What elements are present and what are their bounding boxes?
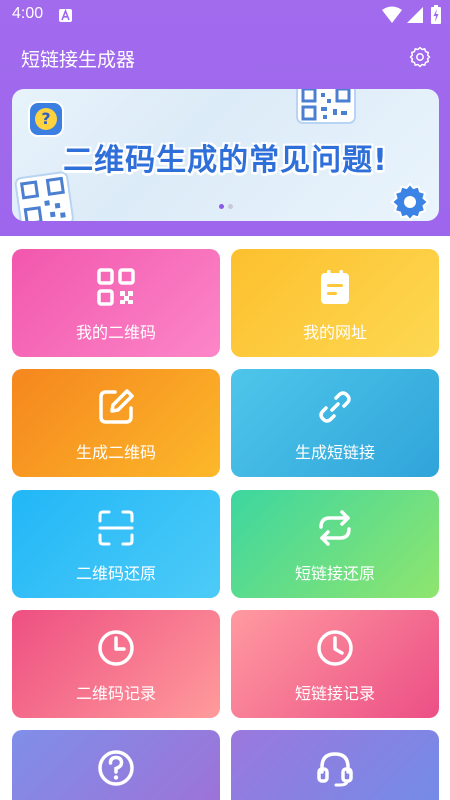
- notification-a-icon: [59, 9, 72, 22]
- edit-icon: [99, 389, 134, 424]
- gear-decoration-icon: [390, 182, 430, 221]
- help-icon: [98, 750, 134, 786]
- tile-label: 二维码记录: [75, 684, 156, 703]
- tile-my-qrcode[interactable]: 我的二维码: [12, 249, 220, 357]
- battery-charging-icon: [431, 5, 441, 24]
- carousel-indicator: [219, 204, 235, 210]
- tile-label: 我的二维码: [75, 323, 156, 342]
- tile-qrcode-history[interactable]: 二维码记录: [12, 610, 220, 718]
- tile-restore-shortlink[interactable]: 短链接还原: [231, 490, 439, 598]
- carousel-dot-active[interactable]: [219, 204, 224, 209]
- tile-label: 短链接记录: [294, 684, 375, 703]
- clipboard-icon: [321, 270, 349, 304]
- tile-label: 二维码还原: [75, 564, 156, 583]
- tile-shortlink-history[interactable]: 短链接记录: [231, 610, 439, 718]
- tile-label: 生成二维码: [75, 443, 156, 462]
- tile-label: 短链接还原: [294, 564, 375, 583]
- tile-my-urls[interactable]: 我的网址: [231, 249, 439, 357]
- app-title: 短链接生成器: [21, 49, 136, 71]
- qr-decoration-icon: [296, 89, 356, 124]
- tile-label: 我的网址: [302, 323, 367, 342]
- carousel-dot[interactable]: [228, 204, 233, 209]
- headset-icon: [317, 752, 353, 787]
- wifi-icon: [382, 6, 402, 23]
- status-time: 4:00: [12, 5, 44, 22]
- tile-restore-qrcode[interactable]: 二维码还原: [12, 490, 220, 598]
- banner-carousel[interactable]: ? 二维码生成的常见问题!: [12, 89, 439, 221]
- signal-icon: [407, 7, 423, 23]
- tile-generate-qrcode[interactable]: 生成二维码: [12, 369, 220, 477]
- tile-help[interactable]: [12, 730, 220, 800]
- clock-icon: [317, 630, 353, 666]
- banner-headline: 二维码生成的常见问题!: [63, 143, 388, 178]
- refresh-icon: [319, 510, 351, 546]
- tile-label: 生成短链接: [294, 443, 375, 462]
- question-badge-icon: ?: [28, 101, 64, 137]
- scan-icon: [98, 510, 134, 546]
- link-icon: [319, 391, 351, 423]
- tile-support[interactable]: [231, 730, 439, 800]
- status-bar: 4:00: [0, 0, 450, 32]
- tile-generate-shortlink[interactable]: 生成短链接: [231, 369, 439, 477]
- qr-code-icon: [97, 268, 135, 306]
- settings-gear-icon[interactable]: [408, 45, 432, 69]
- app-bar: 短链接生成器: [0, 34, 450, 80]
- clock-icon: [98, 630, 134, 666]
